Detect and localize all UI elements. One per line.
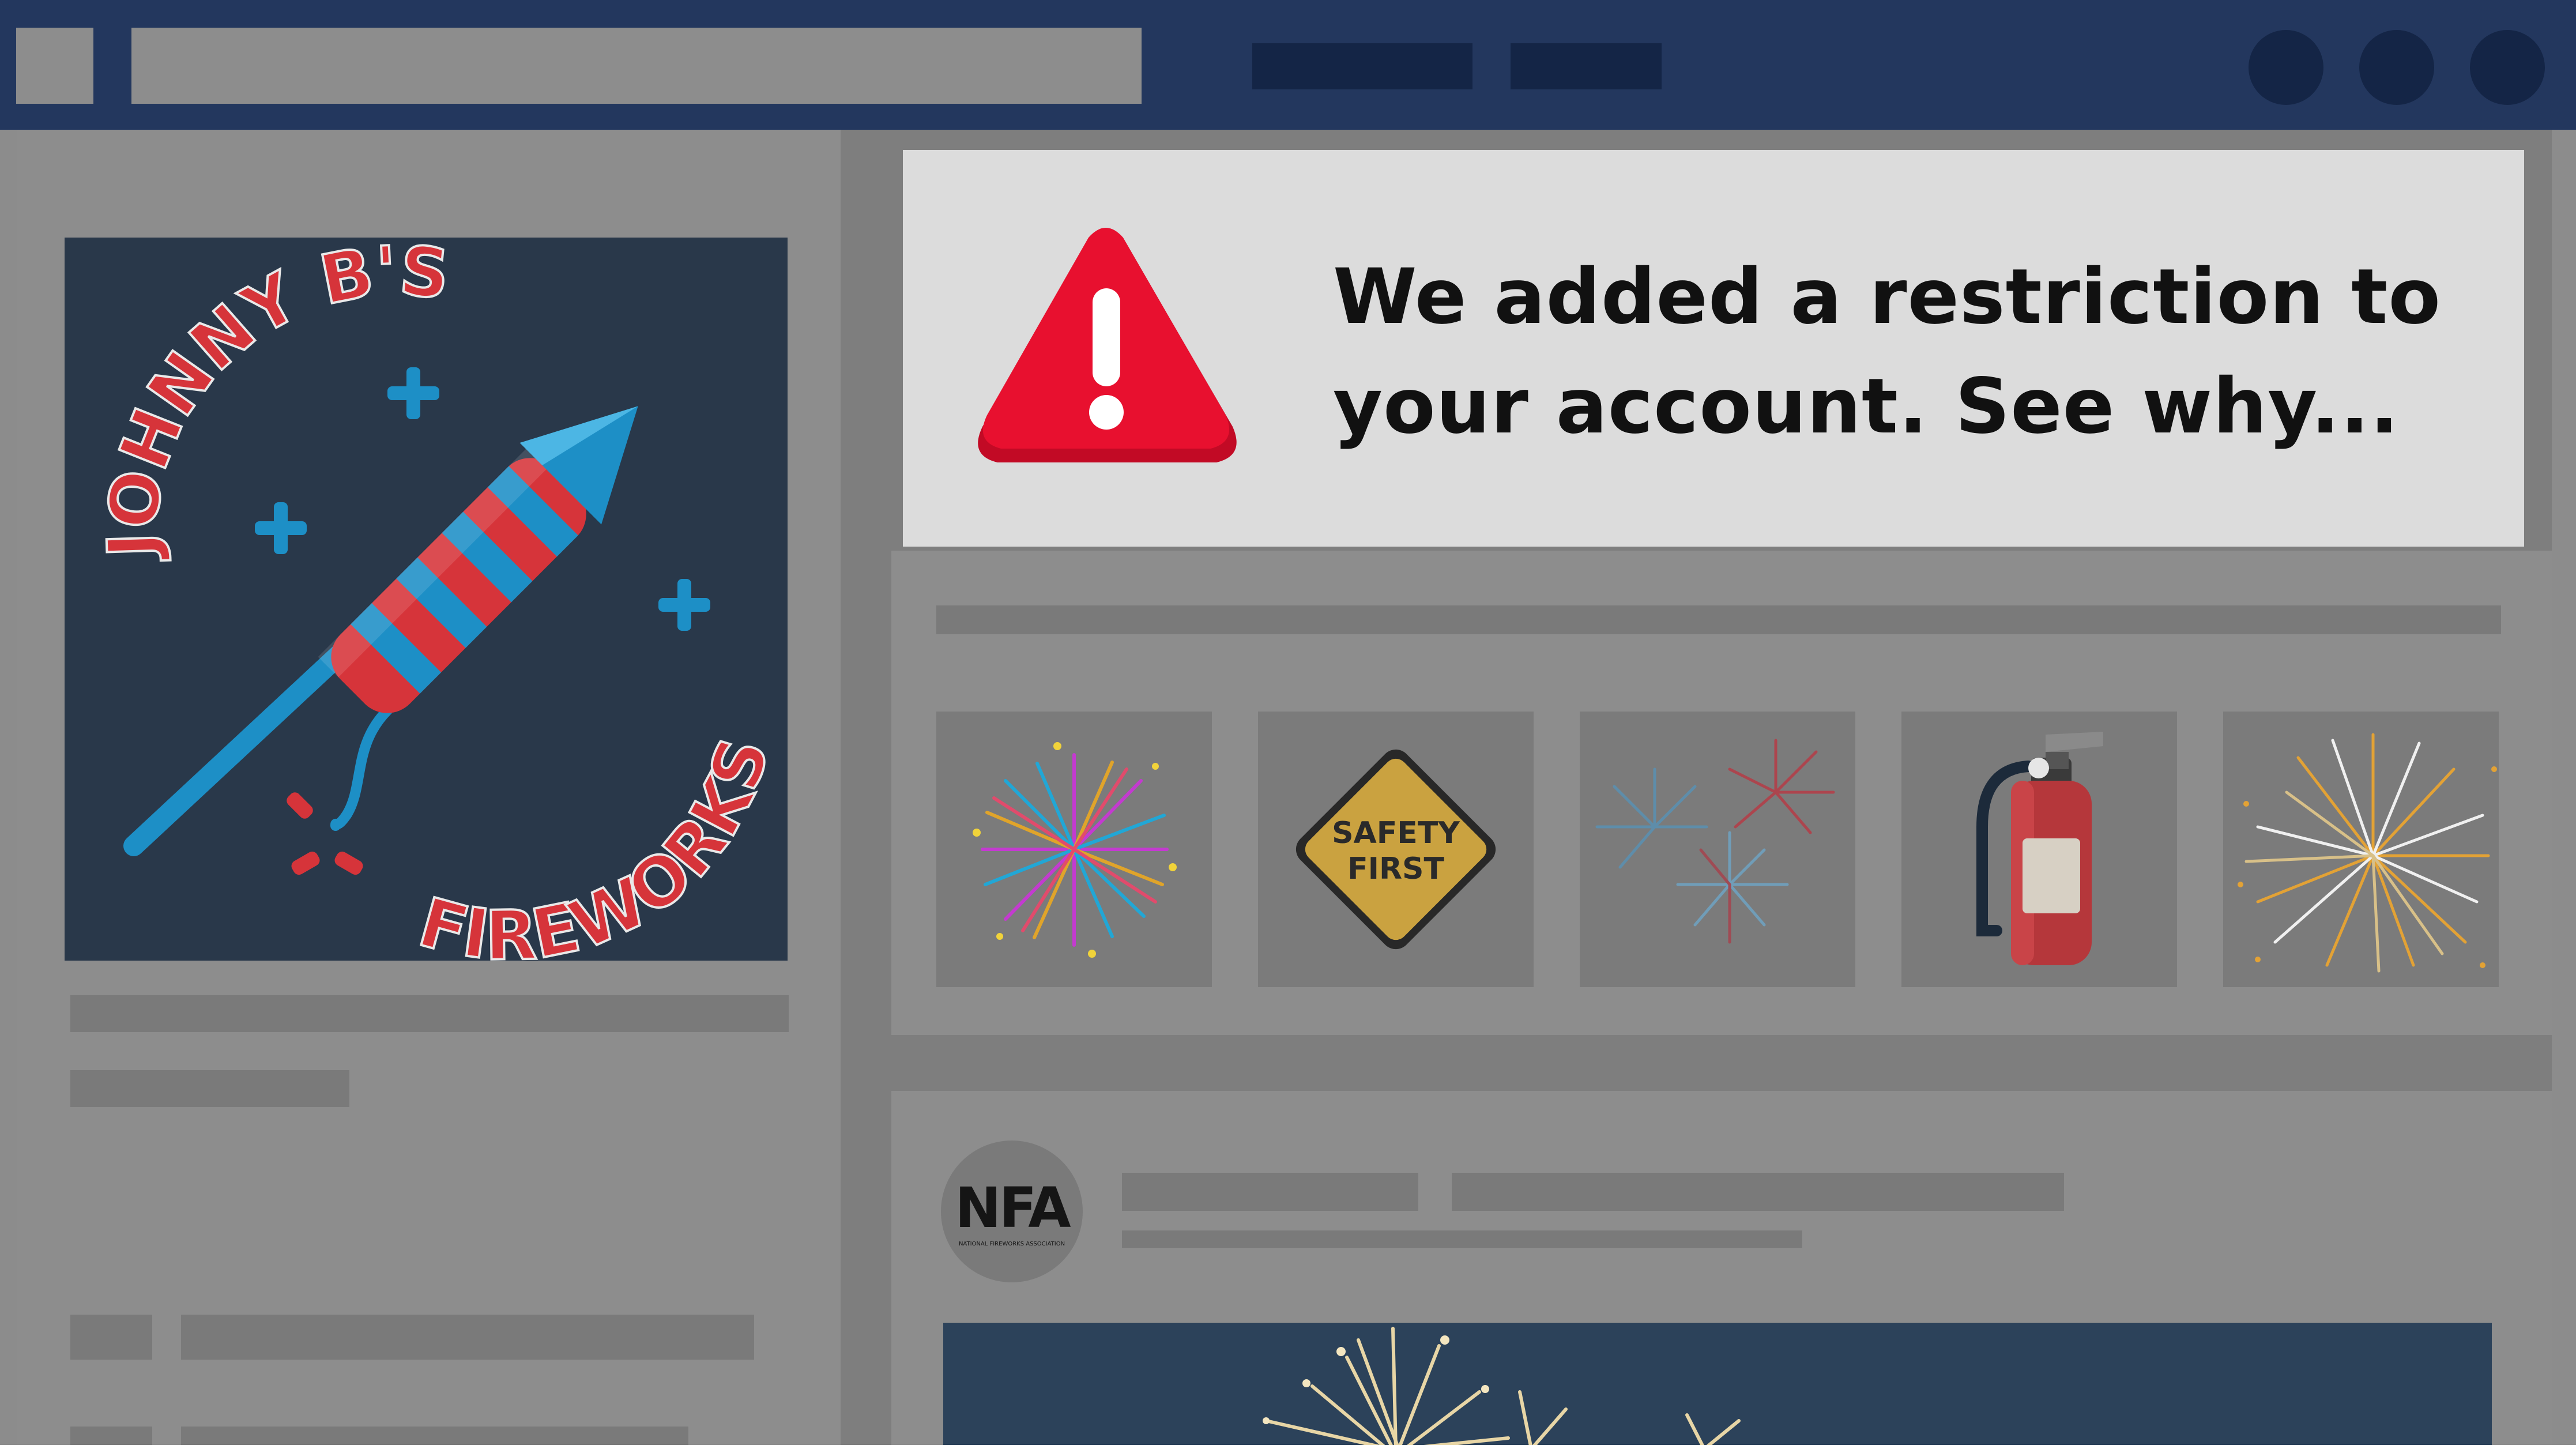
firework-rocket-icon: JOHNNY B'S FIREWORKS [91,238,785,961]
safety-sign-label-1: SAFETY [1332,816,1460,850]
nfa-logo-icon: NFA NATIONAL FIREWORKS ASSOCIATION [955,1176,1073,1247]
safety-sign-icon: SAFETY FIRST [1295,749,1496,950]
thumb-fire-extinguisher[interactable] [1901,712,2177,987]
thumb-gold-firework[interactable] [2223,712,2499,987]
post-author-avatar[interactable]: NFA NATIONAL FIREWORKS ASSOCIATION [941,1141,1083,1282]
browser-window: JOHNNY B'S FIREWORKS We added a restrict… [0,0,2576,1449]
svg-text:FIREWORKS: FIREWORKS [411,729,785,961]
home-button[interactable] [16,28,93,104]
sparkler-icon [943,1323,2492,1449]
menu-circle-button[interactable] [2249,30,2323,105]
thumb-red-blue-fireworks[interactable] [1580,712,1855,987]
brand-name-bottom: FIREWORKS [410,728,786,961]
firework-burst-icon [973,742,1177,958]
profile-name-bar [70,995,789,1032]
top-bar [0,0,2576,130]
nav-link-1[interactable] [1252,43,1472,89]
bottom-edge [0,1445,2576,1449]
thumb-safety-first[interactable]: SAFETY FIRST [1258,712,1534,987]
profile-category-bar [70,1070,349,1107]
firework-burst-icon [1595,739,1835,944]
post-timestamp-bar [1122,1230,1802,1248]
gallery-title-bar [936,605,2501,634]
nfa-logo-subtitle: NATIONAL FIREWORKS ASSOCIATION [959,1241,1065,1247]
safety-sign-label-2: FIRST [1347,852,1444,886]
messages-circle-button[interactable] [2359,30,2434,105]
column-gutter [841,130,891,1449]
post-author-name-bar [1122,1173,1418,1211]
restriction-message[interactable]: We added a restriction to your account. … [1333,242,2515,461]
page-profile-logo[interactable]: JOHNNY B'S FIREWORKS [65,238,788,961]
post-title-bar [1452,1173,2064,1211]
sidebar-text-placeholder [181,1315,754,1360]
nfa-logo-text: NFA [955,1176,1071,1240]
firework-burst-icon [2238,733,2497,973]
notifications-circle-button[interactable] [2470,30,2545,105]
thumb-colorful-firework[interactable] [936,712,1212,987]
sidebar-icon-placeholder [70,1315,152,1360]
search-bar[interactable] [131,28,1142,104]
warning-triangle-icon [978,228,1237,462]
sparkler-photo[interactable] [943,1323,2492,1449]
nav-link-2[interactable] [1511,43,1662,89]
fire-extinguisher-icon [1976,732,2103,965]
